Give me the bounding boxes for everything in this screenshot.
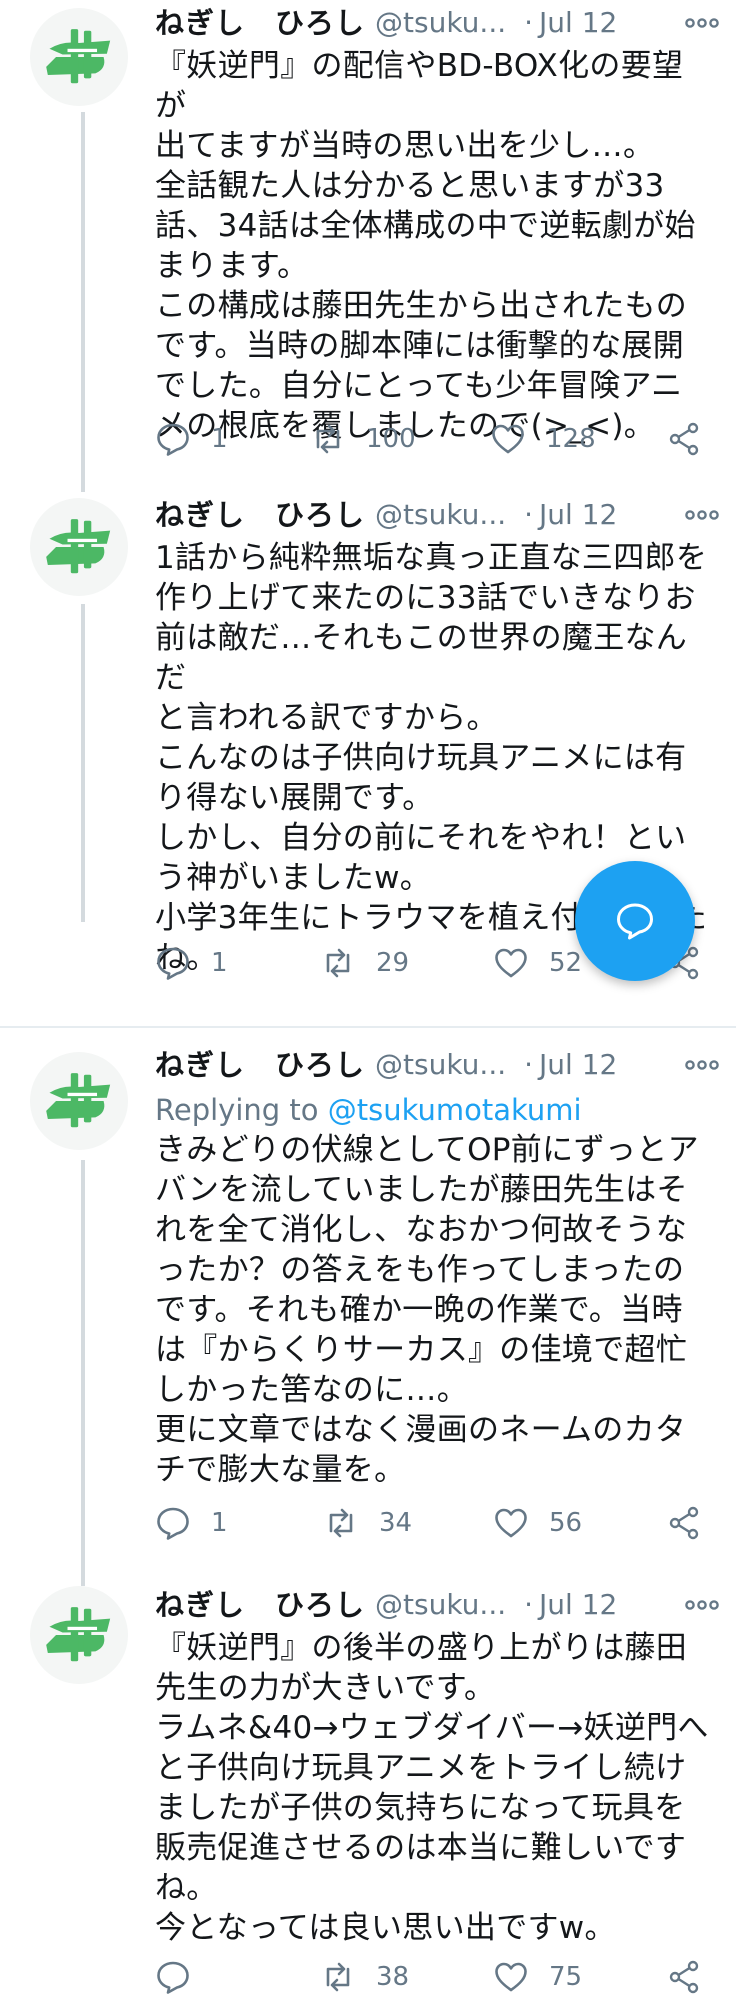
tweet[interactable]: ねぎし ひろし @tsuku... · Jul 12 Replying to @…: [0, 1042, 736, 1586]
display-name[interactable]: ねぎし ひろし: [155, 0, 365, 46]
thread-line: [81, 112, 85, 492]
tweet[interactable]: ねぎし ひろし @tsuku... · Jul 12 『妖逆門』の配信やBD-B…: [0, 0, 736, 492]
user-handle[interactable]: @tsuku...: [375, 0, 506, 46]
retweet-icon: [316, 424, 340, 454]
like-icon: [495, 1508, 527, 1538]
tweet-header: ねぎし ひろし @tsuku... · Jul 12: [155, 1582, 719, 1628]
retweet-icon: [329, 1508, 353, 1538]
reply-icon: [157, 1507, 189, 1540]
retweet-button[interactable]: 29: [320, 938, 409, 988]
tweet-text: 『妖逆門』の配信やBD-BOX化の要望が 出てますが当時の思い出を少し…。 全話…: [155, 48, 696, 444]
retweet-count: 34: [379, 1508, 413, 1538]
tweet-date[interactable]: Jul 12: [539, 0, 617, 46]
green-logo-avatar-icon: [46, 519, 111, 574]
retweet-icon: [326, 1962, 350, 1992]
avatar[interactable]: [30, 1586, 128, 1684]
avatar[interactable]: [30, 1052, 128, 1150]
like-icon: [495, 1962, 527, 1992]
separator-dot: ·: [524, 1048, 534, 1081]
share-icon: [669, 1506, 699, 1540]
like-count: 56: [549, 1508, 583, 1538]
replying-to-label: Replying to: [155, 1093, 319, 1127]
mention-link[interactable]: @tsukumotakumi: [328, 1093, 582, 1127]
like-button[interactable]: 128: [490, 414, 596, 464]
reply-icon: [157, 1961, 189, 1994]
user-handle[interactable]: @tsuku...: [375, 492, 506, 538]
divider: [0, 1026, 736, 1028]
thread-line: [81, 604, 85, 922]
retweet-count: 100: [366, 424, 416, 454]
green-logo-avatar-icon: [46, 29, 111, 84]
tweet-header: ねぎし ひろし @tsuku... · Jul 12: [155, 0, 719, 46]
avatar[interactable]: [30, 8, 128, 106]
tweet-header: ねぎし ひろし @tsuku... · Jul 12: [155, 1042, 719, 1088]
reply-button[interactable]: 1: [155, 414, 228, 464]
user-handle[interactable]: @tsuku...: [375, 1042, 506, 1088]
like-button[interactable]: 75: [493, 1952, 582, 2000]
reply-count: 1: [211, 948, 228, 978]
share-button[interactable]: [667, 1952, 703, 2000]
share-button[interactable]: [667, 1498, 703, 1548]
retweet-count: 38: [376, 1962, 410, 1992]
like-count: 52: [549, 948, 583, 978]
reply-button[interactable]: 1: [155, 1498, 228, 1548]
tweet-actions: 38 75: [155, 1952, 710, 2000]
more-icon[interactable]: [685, 1042, 719, 1088]
replying-to: Replying to @tsukumotakumi: [155, 1090, 710, 1130]
retweet-button[interactable]: 38: [320, 1952, 409, 2000]
reply-count: 1: [211, 1508, 228, 1538]
reply-button[interactable]: [155, 1952, 211, 2000]
green-logo-avatar-icon: [46, 1073, 111, 1128]
separator-dot: ·: [524, 498, 534, 531]
display-name[interactable]: ねぎし ひろし: [155, 1042, 365, 1088]
share-button[interactable]: [667, 414, 703, 464]
reply-icon: [157, 423, 189, 456]
tweet-date[interactable]: Jul 12: [539, 492, 617, 538]
like-count: 75: [549, 1962, 583, 1992]
share-icon: [669, 1960, 699, 1994]
tweet-text: きみどりの伏線としてOP前にずっとア バンを流していましたが藤田先生はそ れを全…: [155, 1132, 699, 1488]
like-icon: [492, 424, 524, 454]
retweet-button[interactable]: 34: [323, 1498, 412, 1548]
tweet[interactable]: ねぎし ひろし @tsuku... · Jul 12 『妖逆門』の後半の盛り上が…: [0, 1582, 736, 2000]
green-logo-avatar-icon: [46, 1607, 111, 1662]
tweet-text: 『妖逆門』の後半の盛り上がりは藤田 先生の力が大きいです。 ラムネ&40→ウェブ…: [155, 1630, 709, 1946]
avatar[interactable]: [30, 498, 128, 596]
like-icon: [495, 948, 527, 978]
reply-icon: [157, 947, 189, 980]
thread-line: [81, 1160, 85, 1586]
user-handle[interactable]: @tsuku...: [375, 1582, 506, 1628]
tweet-actions: 1 100 128: [155, 414, 710, 464]
like-count: 128: [546, 424, 596, 454]
display-name[interactable]: ねぎし ひろし: [155, 492, 365, 538]
like-button[interactable]: 56: [493, 1498, 582, 1548]
separator-dot: ·: [524, 1588, 534, 1621]
more-icon[interactable]: [685, 492, 719, 538]
separator-dot: ·: [524, 6, 534, 39]
retweet-icon: [326, 948, 350, 978]
compose-fab-icon: [617, 903, 653, 940]
tweet-header: ねぎし ひろし @tsuku... · Jul 12: [155, 492, 719, 538]
tweet-date[interactable]: Jul 12: [539, 1042, 617, 1088]
share-icon: [669, 422, 699, 456]
compose-fab-button[interactable]: [575, 861, 695, 981]
tweet-actions: 1 34 56: [155, 1498, 710, 1548]
more-icon[interactable]: [685, 1582, 719, 1628]
reply-count: 1: [211, 424, 228, 454]
more-icon[interactable]: [685, 0, 719, 46]
like-button[interactable]: 52: [493, 938, 582, 988]
retweet-count: 29: [376, 948, 410, 978]
retweet-button[interactable]: 100: [310, 414, 416, 464]
reply-button[interactable]: 1: [155, 938, 228, 988]
tweet-thread: ねぎし ひろし @tsuku... · Jul 12 『妖逆門』の配信やBD-B…: [0, 0, 736, 2000]
display-name[interactable]: ねぎし ひろし: [155, 1582, 365, 1628]
tweet-date[interactable]: Jul 12: [539, 1582, 617, 1628]
